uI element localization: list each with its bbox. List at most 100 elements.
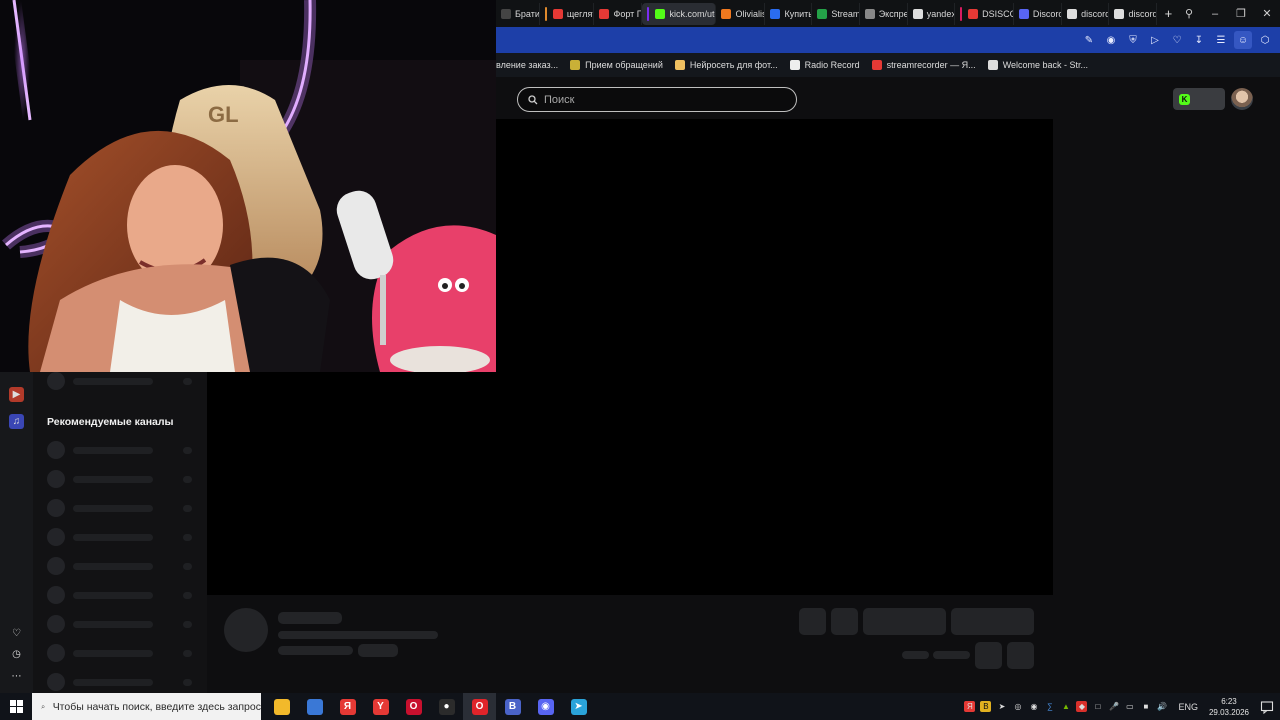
taskbar-app[interactable]: Y [364,693,397,720]
login-button[interactable]: K [1173,88,1225,110]
bookmark-item[interactable]: Нейросеть для фот... [674,60,778,70]
doc-icon [912,8,923,19]
tab-group-marker [960,6,963,21]
anydesk-tray-icon[interactable]: ◆ [1076,701,1088,712]
window-controls: ⚲ – ❐ ✕ [1176,3,1280,25]
browser-tab[interactable]: discord [1109,2,1157,25]
bookmark-label: Radio Record [804,60,860,70]
start-button[interactable] [0,693,32,720]
chrome-tray-icon[interactable]: ◎ [1012,701,1023,712]
tab-title: discord [1081,8,1110,19]
browser-tab-strip: Брати щеглят Форт П kick.com/utec Olivialis К… [496,0,1280,27]
edit-icon[interactable]: ✎ [1080,31,1098,49]
doc-icon [1067,8,1078,19]
b-tray-icon[interactable]: B [980,701,992,712]
sidebar-skeleton-row[interactable] [47,586,197,604]
steam-tray-icon[interactable]: ◉ [1028,701,1039,712]
display-icon[interactable]: ▭ [1124,701,1135,712]
browser-tab[interactable]: Форт П [594,2,643,25]
sidebar-skeleton-row[interactable] [47,644,197,662]
download-icon[interactable]: ↧ [1190,31,1208,49]
sidebar-skeleton-row[interactable] [47,615,197,633]
language-indicator[interactable]: ENG [1178,702,1198,712]
bookmark-item[interactable]: Прием обращений [570,60,663,70]
taskbar-app[interactable]: ● [430,693,463,720]
history-icon[interactable]: ◷ [9,647,24,662]
browser-tab[interactable]: Olivialis [716,2,766,25]
rail-channel-icon[interactable]: ▶ [9,387,24,402]
favorites-icon[interactable]: ♡ [9,626,24,641]
profile-icon[interactable]: ☺ [1234,31,1252,49]
new-tab-button[interactable]: + [1161,5,1176,23]
tab-title: Купить [784,8,813,19]
nvidia-tray-icon[interactable]: ▲ [1060,701,1071,712]
browser-tab[interactable]: Экспре [860,2,908,25]
taskbar-app[interactable]: ◉ [529,693,562,720]
search-input[interactable] [544,93,774,106]
browser-tab[interactable]: Брати [496,2,540,25]
taskbar-app[interactable]: ➤ [562,693,595,720]
taskbar-app[interactable]: В [496,693,529,720]
tab-group-marker [647,6,650,21]
browser-tab[interactable]: Купить [765,2,813,25]
taskbar-app[interactable]: O [463,693,496,720]
clock[interactable]: 6:23 29.03.2026 [1209,696,1249,718]
clipboard-icon[interactable]: □ [1092,701,1103,712]
browser-tab[interactable]: щеглят [540,2,595,25]
extensions-icon[interactable]: ⬡ [1256,31,1274,49]
volume-icon[interactable]: 🔊 [1156,701,1167,712]
sidebar-skeleton-row[interactable] [47,557,197,575]
bookmark-item[interactable]: вление заказ... [496,60,558,70]
clock-date: 29.03.2026 [1208,707,1249,717]
taskbar-search-placeholder: Чтобы начать поиск, введите здесь запрос [52,700,261,713]
browser-tab[interactable]: Discorc [1014,2,1063,25]
sidebar-skeleton-row[interactable] [47,499,197,517]
more-icon[interactable]: ⋯ [9,669,24,684]
taskbar-app[interactable]: O [397,693,430,720]
tab-page-icon [501,8,511,19]
microphone-icon[interactable]: 🎤 [1108,701,1119,712]
browser-tab[interactable]: Stream [812,2,860,25]
menu-icon[interactable]: ☰ [1212,31,1230,49]
obs-icon: ● [438,698,455,715]
webcam-video-frame: GL [0,0,496,372]
uptime-skeleton [933,651,970,659]
browser-tab[interactable]: yandex [908,2,956,25]
bookmark-item[interactable]: Radio Record [789,60,860,70]
play-icon[interactable]: ▷ [1146,31,1164,49]
rail-music-icon[interactable]: ♫ [9,414,24,429]
taskbar-app[interactable] [265,693,298,720]
yandex-tray-icon[interactable]: Я [964,701,976,712]
search-tabs-icon[interactable]: ⚲ [1176,3,1202,25]
telegram-tray-icon[interactable]: ➤ [996,701,1007,712]
user-avatar[interactable] [1231,88,1253,110]
sidebar-skeleton-row[interactable] [47,470,197,488]
restore-icon[interactable]: ❐ [1228,3,1254,25]
taskbar-app[interactable] [298,693,331,720]
yandex-icon: Я [339,698,356,715]
action-button-skeleton [799,608,826,635]
heart-icon[interactable]: ♡ [1168,31,1186,49]
bookmark-item[interactable]: Welcome back - Str... [987,60,1088,70]
sidebar-skeleton-row[interactable] [47,528,197,546]
bookmark-item[interactable]: streamrecorder — Я... [871,60,976,70]
bluetooth-icon[interactable]: ∑ [1044,701,1055,712]
network-icon[interactable]: ■ [1140,701,1151,712]
tab-title: Экспре [878,8,908,19]
record-icon [789,60,800,70]
notifications-icon[interactable] [1260,700,1274,714]
minimize-icon[interactable]: – [1202,3,1228,25]
camera-icon[interactable]: ◉ [1102,31,1120,49]
sidebar-skeleton-row[interactable] [47,673,197,691]
search-box[interactable] [517,87,797,112]
taskbar-app[interactable]: Я [331,693,364,720]
action-button-skeleton [831,608,858,635]
shield-icon[interactable]: ⛨ [1124,31,1142,49]
browser-tab[interactable]: discord [1062,2,1110,25]
windows-logo-icon [9,700,23,713]
sidebar-skeleton-row[interactable] [47,441,197,459]
taskbar-search[interactable]: Чтобы начать поиск, введите здесь запрос [32,693,261,720]
browser-tab[interactable]: DSISCO [955,2,1014,25]
close-icon[interactable]: ✕ [1254,3,1280,25]
browser-tab[interactable]: kick.com/utec [642,2,717,25]
